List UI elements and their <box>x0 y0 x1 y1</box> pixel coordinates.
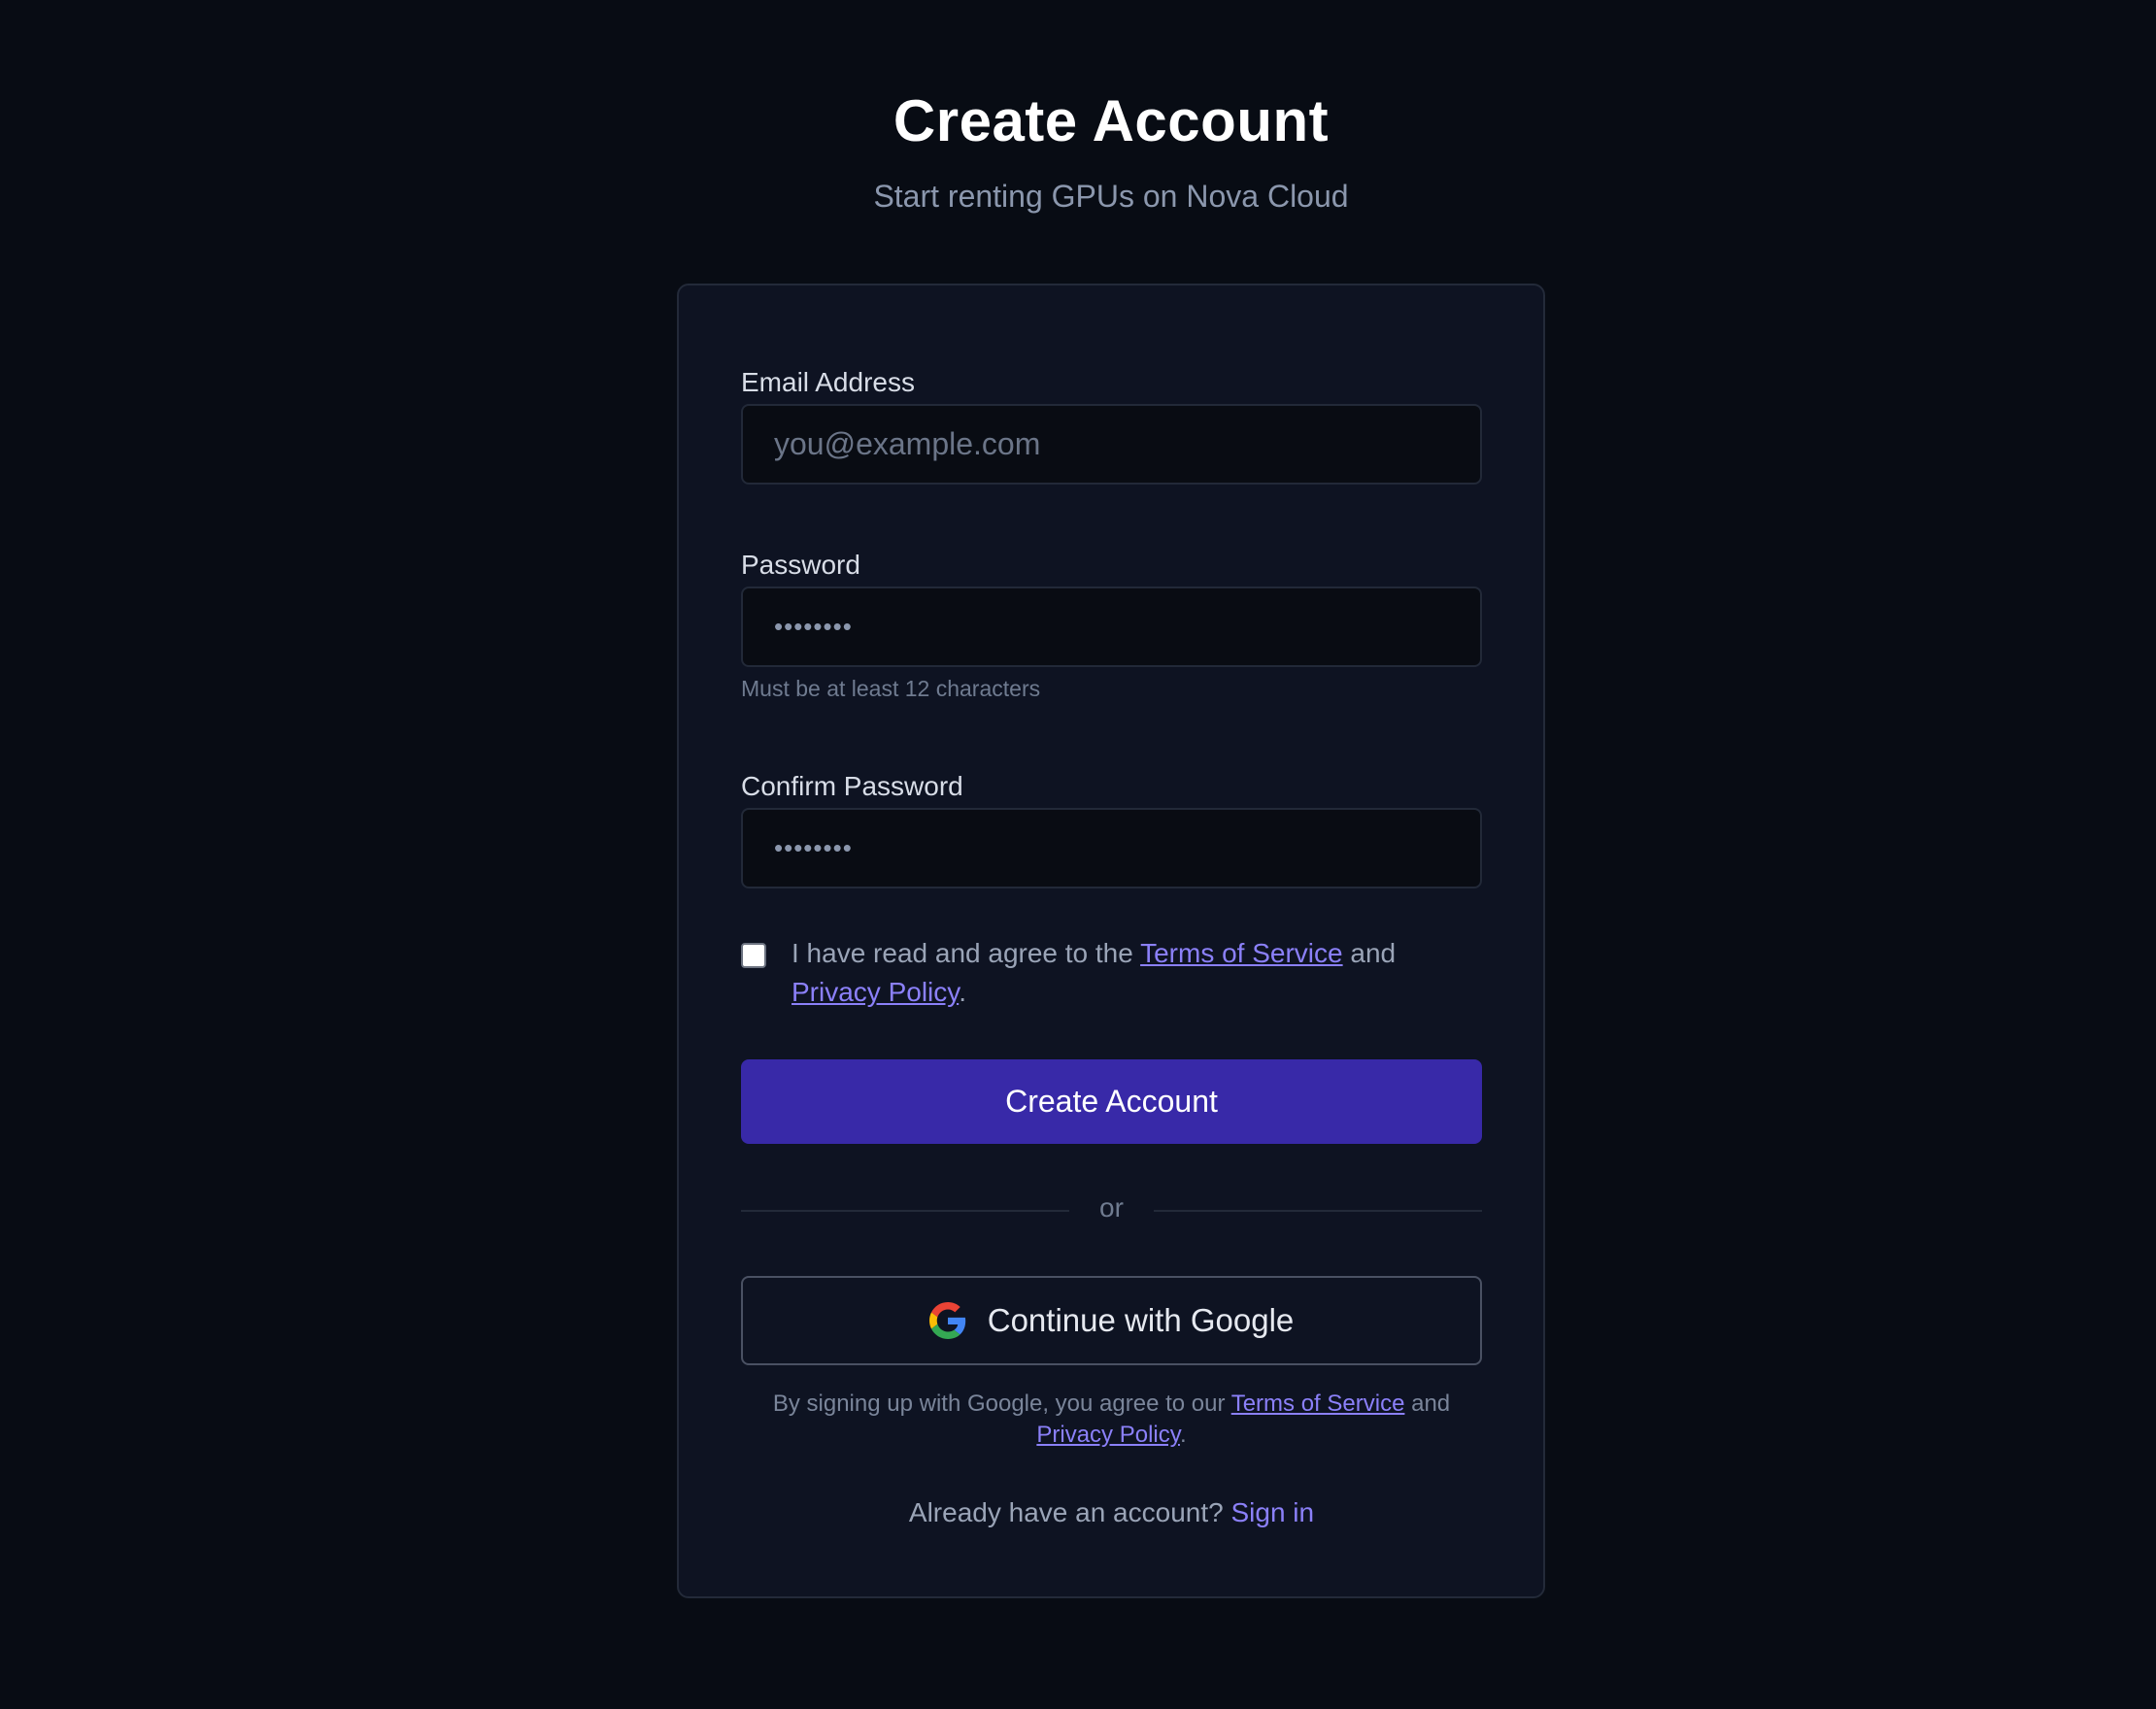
google-terms-of-service-link[interactable]: Terms of Service <box>1231 1391 1405 1417</box>
terms-agreement-text: I have read and agree to the Terms of Se… <box>792 934 1482 1012</box>
divider-line-right <box>1154 1210 1482 1212</box>
google-notice-before: By signing up with Google, you agree to … <box>772 1391 1231 1417</box>
privacy-policy-link[interactable]: Privacy Policy <box>792 977 959 1007</box>
password-label: Password <box>741 550 860 580</box>
password-masked-value: •••••••• <box>774 612 853 641</box>
google-privacy-policy-link[interactable]: Privacy Policy <box>1036 1422 1180 1448</box>
terms-text-between: and <box>1342 938 1397 968</box>
create-account-button[interactable]: Create Account <box>741 1059 1482 1144</box>
google-terms-notice: By signing up with Google, you agree to … <box>741 1389 1482 1451</box>
email-field[interactable] <box>774 426 1449 462</box>
signin-prompt: Already have an account? Sign in <box>741 1497 1482 1528</box>
confirm-password-label: Confirm Password <box>741 771 963 801</box>
google-notice-between: and <box>1404 1391 1451 1417</box>
page-title: Create Account <box>893 88 1330 153</box>
continue-with-google-button[interactable]: Continue with Google <box>741 1276 1482 1365</box>
confirm-password-field[interactable]: •••••••• <box>741 808 1482 888</box>
email-field-container[interactable] <box>741 404 1482 485</box>
google-icon <box>928 1302 966 1339</box>
google-notice-after: . <box>1179 1422 1187 1448</box>
terms-text-after: . <box>959 977 966 1007</box>
terms-text-before: I have read and agree to the <box>792 938 1141 968</box>
signup-page: Create Account Start renting GPUs on Nov… <box>0 0 2156 1709</box>
terms-of-service-link[interactable]: Terms of Service <box>1140 938 1343 968</box>
confirm-password-masked-value: •••••••• <box>774 833 853 862</box>
sign-in-link[interactable]: Sign in <box>1230 1497 1314 1527</box>
google-button-label: Continue with Google <box>987 1302 1295 1338</box>
signup-card: Email Address Password •••••••• Must be … <box>677 284 1545 1598</box>
page-subtitle: Start renting GPUs on Nova Cloud <box>873 179 1349 214</box>
password-field[interactable]: •••••••• <box>741 586 1482 667</box>
terms-checkbox[interactable] <box>741 943 766 968</box>
signin-question: Already have an account? <box>908 1497 1231 1527</box>
password-hint: Must be at least 12 characters <box>741 676 1041 701</box>
email-label: Email Address <box>741 367 915 397</box>
divider-or: or <box>1099 1192 1124 1223</box>
